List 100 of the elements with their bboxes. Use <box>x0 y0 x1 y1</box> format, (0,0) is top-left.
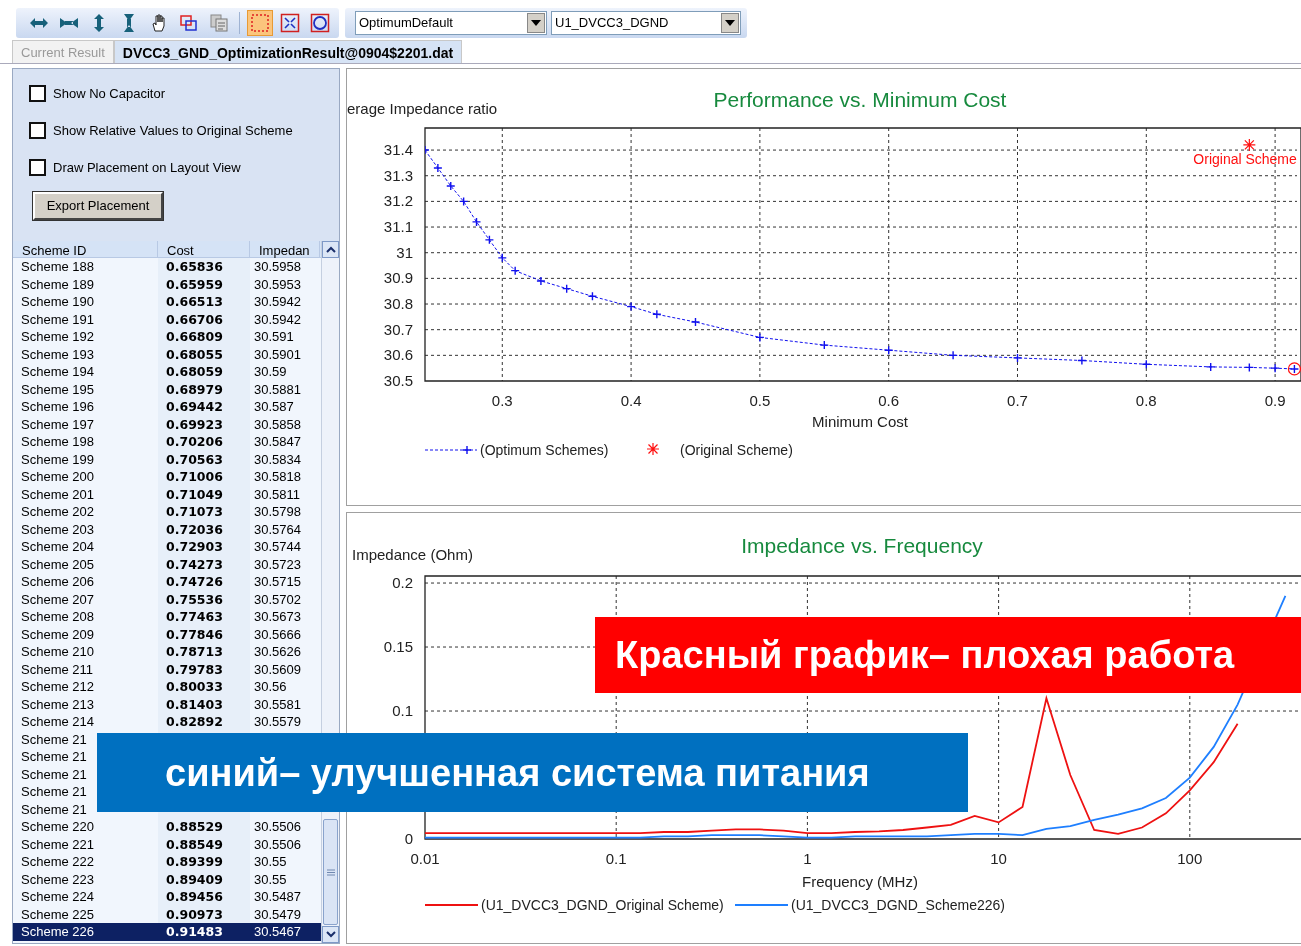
checkbox[interactable] <box>29 122 46 139</box>
table-cell-text: 30.55 <box>253 870 288 888</box>
tick-label: 0.1 <box>605 850 627 867</box>
data-point <box>484 235 495 245</box>
data-point <box>948 350 958 361</box>
export-button[interactable]: Export Placement <box>33 192 163 220</box>
legend-label: (Original Scheme) <box>680 442 793 458</box>
legend-line <box>424 445 478 455</box>
tick-label: 0.8 <box>1135 392 1157 409</box>
tick-label: 31.1 <box>383 218 413 236</box>
tick-label: 0 <box>404 830 413 847</box>
table-cell-text: Scheme 213 <box>20 695 95 713</box>
dropdown-arrow-icon <box>725 20 735 26</box>
scroll-up-button[interactable] <box>322 241 339 258</box>
data-point <box>497 253 507 263</box>
dropdown[interactable]: U1_DVCC3_DGND <box>551 11 741 35</box>
caption-banner: синий– улучшенная система питания <box>97 733 968 812</box>
data-point <box>884 345 894 355</box>
selected-row[interactable]: Scheme 226 0.91483 30.5467 <box>13 923 321 941</box>
data-point <box>652 309 662 319</box>
tick-label: 31.3 <box>383 166 413 184</box>
legend-label: (Optimum Schemes) <box>480 442 609 458</box>
table-cell: 0.66513 <box>158 293 250 311</box>
table-cell: 0.70206 <box>158 433 250 451</box>
data-point <box>446 181 456 191</box>
table-cell-text: Scheme 189 <box>20 275 95 293</box>
scrollbar-thumb[interactable] <box>323 819 338 925</box>
tick-label: 30.9 <box>383 269 413 287</box>
data-point <box>471 217 482 227</box>
table-cell-text: Scheme 205 <box>20 555 95 573</box>
table-cell-text: Scheme 21 <box>20 783 88 801</box>
data-point <box>626 301 636 312</box>
tab[interactable]: DVCC3_GND_OptimizationResult@0904$2201.dat <box>113 40 463 63</box>
tick-label: 0.1 <box>392 702 413 719</box>
table-cell-text: Scheme 196 <box>20 398 95 416</box>
dropdown-arrow-icon <box>531 20 541 26</box>
table-cell-text: Scheme 198 <box>20 433 95 451</box>
checkbox-label: Draw Placement on Layout View <box>53 158 241 177</box>
legend-label: (U1_DVCC3_DGND_Scheme226) <box>791 897 1005 913</box>
axis-title: erage Impedance ratio <box>347 100 498 117</box>
checkbox[interactable] <box>29 85 46 102</box>
data-point <box>536 276 546 286</box>
table-cell-text: Scheme 202 <box>20 503 95 521</box>
table-cell-text: Scheme 192 <box>20 328 95 346</box>
tick-label: 0.01 <box>410 850 440 867</box>
table-cell-text: 30.5811 <box>253 485 302 503</box>
table-cell: 0.65836 <box>158 258 250 276</box>
table-cell-text: Scheme 21 <box>20 730 88 748</box>
scroll-down-button[interactable] <box>322 926 339 943</box>
column-header[interactable]: Impedan <box>250 241 320 257</box>
table-cell-text: 30.5818 <box>253 468 302 486</box>
tick-label: 0.3 <box>491 392 513 409</box>
tick-label: 30.7 <box>383 320 413 338</box>
table-cell-text: Scheme 190 <box>20 293 95 311</box>
table-cell-text: 30.5744 <box>253 538 302 556</box>
dropdown[interactable]: OptimumDefault <box>355 11 547 35</box>
table-cell-text: Scheme 21 <box>20 748 88 766</box>
caption-banner: Красный график– плохая работа <box>595 617 1301 693</box>
table-cell: 0.82892 <box>158 713 250 731</box>
table-cell-text: 30.56 <box>253 678 288 696</box>
data-point <box>433 163 443 173</box>
data-point <box>1206 362 1216 372</box>
chart-title: Performance vs. Minimum Cost <box>713 88 1007 111</box>
table-cell-text: 30.5715 <box>253 573 302 591</box>
chevron-down-icon <box>325 931 336 938</box>
tick-label: 100 <box>1177 850 1203 867</box>
table-cell-text: 30.5953 <box>253 275 302 293</box>
legend-line <box>424 904 479 906</box>
tick-label: 1 <box>803 850 812 867</box>
table-cell-text: Scheme 193 <box>20 345 95 363</box>
column-header[interactable]: Scheme ID <box>13 241 158 257</box>
table-cell-text: Scheme 195 <box>20 380 95 398</box>
legend-label: (U1_DVCC3_DGND_Original Scheme) <box>481 897 724 913</box>
table-cell-text: 30.5858 <box>253 415 302 433</box>
table-cell-text: Scheme 200 <box>20 468 95 486</box>
column-header[interactable]: Cost <box>158 241 250 257</box>
table-cell-text: 30.5487 <box>253 888 302 906</box>
table-cell-text: 30.591 <box>253 328 295 346</box>
table-cell-text: Scheme 206 <box>20 573 95 591</box>
data-point <box>425 145 430 155</box>
checkbox[interactable] <box>29 159 46 176</box>
tick-label: 0.15 <box>383 638 413 656</box>
table-cell-text: Scheme 211 <box>20 660 95 678</box>
data-point <box>458 196 469 207</box>
dashed-rectangle-icon <box>250 13 270 33</box>
tick-label: 31.2 <box>383 192 413 210</box>
point-label: Original Scheme <box>1193 150 1297 167</box>
table-cell-text: 30.587 <box>253 398 295 416</box>
axis-title: Impedance (Ohm) <box>352 546 473 563</box>
data-point <box>819 340 829 350</box>
table-cell: 0.72903 <box>158 538 250 556</box>
table-cell-text: Scheme 214 <box>20 713 95 731</box>
data-point <box>587 291 598 301</box>
table-cell-text: 30.5942 <box>253 310 302 328</box>
table-cell-text: Scheme 222 <box>20 853 95 871</box>
axis-title: Frequency (MHz) <box>802 873 918 890</box>
table-cell-text: 30.5847 <box>253 433 302 451</box>
table-cell-text: 30.59 <box>253 363 288 381</box>
stacked-pages-icon <box>209 13 229 33</box>
table-cell-text: Scheme 21 <box>20 800 88 818</box>
